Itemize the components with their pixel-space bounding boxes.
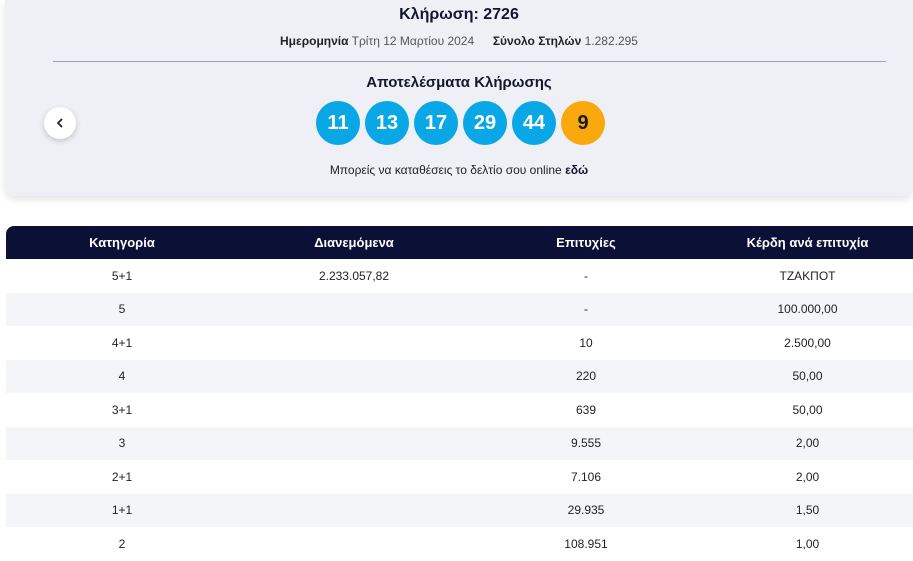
table-row: 2+1 7.106 2,00 (6, 460, 913, 494)
cell-prize: 50,00 (792, 402, 823, 417)
prize-table: Κατηγορία Διανεμόμενα Επιτυχίες Κέρδη αν… (6, 226, 913, 561)
table-row: 3+1 639 50,00 (6, 393, 913, 427)
cell-category: 5+1 (111, 268, 133, 283)
cell-distributed (238, 494, 470, 528)
cell-distributed (238, 326, 470, 360)
cell-prize: 2.500,00 (784, 335, 831, 350)
cell-prize: 1,00 (795, 536, 820, 551)
header-prize-per-winner: Κέρδη ανά επιτυχία (746, 235, 869, 250)
table-header-row: Κατηγορία Διανεμόμενα Επιτυχίες Κέρδη αν… (6, 226, 913, 259)
cell-winners: - (584, 302, 588, 317)
cell-prize: 2,00 (795, 436, 820, 451)
cell-winners: 7.106 (570, 469, 602, 484)
divider (53, 61, 886, 62)
cell-winners: 108.951 (564, 536, 608, 551)
cell-distributed (238, 360, 470, 394)
cell-category: 5 (118, 302, 126, 317)
cell-prize: 2,00 (795, 469, 820, 484)
prize-table-container: Κατηγορία Διανεμόμενα Επιτυχίες Κέρδη αν… (6, 226, 913, 561)
cell-category: 1+1 (111, 503, 133, 518)
cell-winners: 220 (575, 369, 597, 384)
table-row: 5+1 2.233.057,82 - ΤΖΑΚΠΟΤ (6, 259, 913, 293)
cell-category: 2 (118, 536, 126, 551)
cell-prize: 50,00 (792, 369, 823, 384)
table-row: 2 108.951 1,00 (6, 527, 913, 561)
draw-meta: Ημερομηνία Τρίτη 12 Μαρτίου 2024 Σύνολο … (5, 34, 913, 48)
cell-winners: 9.555 (570, 436, 602, 451)
online-link[interactable]: εδώ (565, 163, 588, 177)
number-ball: 44 (512, 101, 556, 145)
date-value: Τρίτη 12 Μαρτίου 2024 (351, 34, 475, 48)
cell-category: 2+1 (111, 469, 133, 484)
draw-title: Κλήρωση: 2726 (399, 6, 519, 23)
draw-summary-card: Κλήρωση: 2726 Ημερομηνία Τρίτη 12 Μαρτίο… (5, 0, 913, 196)
cell-category: 3 (118, 436, 126, 451)
table-row: 3 9.555 2,00 (6, 426, 913, 461)
cell-category: 4+1 (111, 335, 133, 350)
cell-distributed (238, 427, 470, 461)
header-distributed: Διανεμόμενα (314, 235, 394, 250)
cell-prize: 1,50 (795, 503, 820, 518)
cell-distributed (238, 293, 470, 327)
winning-numbers: 11 13 17 29 44 9 (5, 101, 913, 145)
table-row: 4+1 10 2.500,00 (6, 326, 913, 360)
number-ball: 17 (414, 101, 458, 145)
table-row: 4 220 50,00 (6, 359, 913, 394)
columns-label: Σύνολο Στηλών (492, 34, 582, 48)
cell-category: 4 (118, 369, 126, 384)
cell-winners: 29.935 (567, 503, 605, 518)
cell-distributed: 2.233.057,82 (318, 268, 390, 283)
results-title: Αποτελέσματα Κλήρωσης (366, 74, 552, 91)
cell-prize: ΤΖΑΚΠΟΤ (779, 268, 836, 283)
cell-distributed (238, 460, 470, 494)
columns-value: 1.282.295 (584, 34, 638, 48)
cell-distributed (238, 393, 470, 427)
header-category: Κατηγορία (89, 235, 155, 250)
cell-winners: 639 (575, 402, 597, 417)
online-text: Μπορείς να καταθέσεις το δελτίο σου onli… (329, 163, 562, 177)
table-row: 1+1 29.935 1,50 (6, 493, 913, 528)
cell-winners: - (584, 268, 588, 283)
header-winners: Επιτυχίες (556, 235, 616, 250)
date-label: Ημερομηνία (280, 34, 349, 48)
cell-distributed (238, 527, 470, 561)
cell-prize: 100.000,00 (777, 302, 838, 317)
number-ball: 13 (365, 101, 409, 145)
cell-winners: 10 (579, 335, 593, 350)
number-ball: 29 (463, 101, 507, 145)
number-ball: 11 (316, 101, 360, 145)
joker-ball: 9 (561, 101, 605, 145)
cell-category: 3+1 (111, 402, 133, 417)
table-row: 5 - 100.000,00 (6, 292, 913, 327)
online-bet-prompt: Μπορείς να καταθέσεις το δελτίο σου onli… (5, 163, 913, 177)
